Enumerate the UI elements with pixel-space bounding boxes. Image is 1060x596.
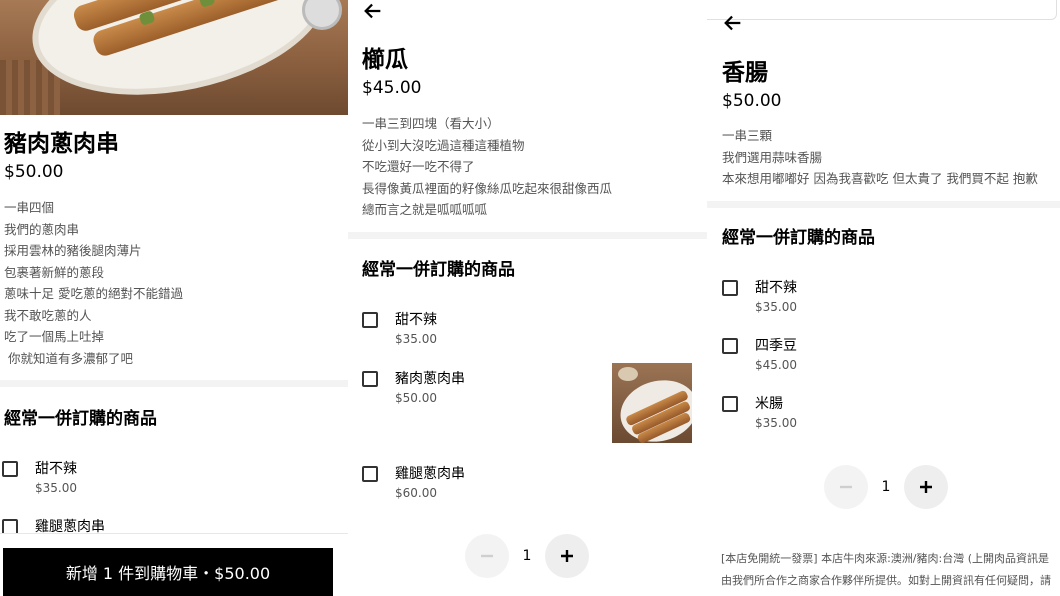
description-line: 包裹著新鮮的蔥段 — [4, 264, 105, 280]
description-line: 吃了一個馬上吐掉 — [4, 329, 105, 344]
item-title: 櫛瓜 — [362, 47, 408, 73]
item-description: 一串三顆 我們選用蒜味香腸 本來想用嘟嘟好 因為我喜歡吃 但太貴了 我們買不起 … — [722, 125, 1038, 190]
option-name: 甜不辣 — [35, 461, 77, 477]
plus-icon — [561, 550, 573, 562]
option-price: $35.00 — [35, 481, 77, 495]
option-price: $45.00 — [755, 358, 797, 372]
item-title: 豬肉蔥肉串 — [4, 131, 119, 157]
description-line: 採用雲林的豬後腿肉薄片 — [4, 243, 142, 258]
option-name: 甜不辣 — [395, 312, 437, 328]
top-edge — [707, 0, 1057, 20]
decrease-button[interactable] — [465, 534, 509, 578]
minus-icon — [840, 485, 852, 489]
item-title: 香腸 — [722, 60, 768, 86]
checkbox[interactable] — [722, 338, 738, 354]
section-divider — [707, 201, 1060, 208]
item-description: 一串三到四塊（看大小） 從小到大沒吃過這種這種植物 不吃還好一吃不得了 長得像黃… — [362, 113, 612, 221]
description-line: 長得像黃瓜裡面的籽像絲瓜吃起來很甜像西瓜 — [362, 180, 613, 196]
option-name: 甜不辣 — [755, 280, 797, 296]
description-line: 我不敢吃蔥的人 — [4, 307, 92, 323]
description-line: 總而言之就是呱呱呱呱 — [362, 202, 488, 217]
arrow-left-icon — [364, 3, 381, 19]
description-line: 你就知道有多濃郁了吧 — [4, 350, 133, 366]
checkbox[interactable] — [722, 396, 738, 412]
option-name: 雞腿蔥肉串 — [395, 466, 465, 482]
item-photo — [0, 0, 348, 115]
description-line: 我們選用蒜味香腸 — [722, 149, 823, 165]
increase-button[interactable] — [904, 465, 948, 509]
add-to-cart-button[interactable]: 新增 1 件到購物車・$50.00 — [3, 548, 333, 596]
option-name: 米腸 — [755, 396, 783, 412]
description-line: 不吃還好一吃不得了 — [362, 159, 475, 174]
section-title-frequently-bought: 經常一併訂購的商品 — [722, 228, 875, 248]
option-item[interactable]: 甜不辣 $35.00 — [362, 309, 692, 353]
option-name: 豬肉蔥肉串 — [395, 371, 465, 387]
option-item[interactable]: 甜不辣 $35.00 — [722, 277, 1042, 321]
section-divider — [348, 232, 707, 239]
checkbox[interactable] — [2, 461, 18, 477]
description-line: 我們的蔥肉串 — [4, 221, 80, 237]
back-button[interactable] — [722, 12, 744, 34]
description-line: 一串三顆 — [722, 128, 773, 143]
notice-line: 由我們所合作之商家合作夥伴所提供。如對上開資訊有任何疑問，請 — [721, 574, 1051, 587]
option-item[interactable]: 甜不辣 $35.00 — [2, 458, 302, 502]
item-detail-panel-sausage: 香腸 $50.00 一串三顆 我們選用蒜味香腸 本來想用嘟嘟好 因為我喜歡吃 但… — [707, 0, 1060, 596]
checkbox[interactable] — [362, 466, 378, 482]
checkbox[interactable] — [722, 280, 738, 296]
item-price: $50.00 — [722, 91, 782, 111]
option-price: $35.00 — [395, 332, 437, 346]
checkbox[interactable] — [362, 371, 378, 387]
option-price: $60.00 — [395, 486, 437, 500]
description-line: 本來想用嘟嘟好 因為我喜歡吃 但太貴了 我們買不起 抱歉 — [722, 171, 1038, 186]
option-item[interactable]: 雞腿蔥肉串 $60.00 — [362, 463, 692, 507]
option-price: $50.00 — [395, 391, 437, 405]
option-item[interactable]: 豬肉蔥肉串 $50.00 — [362, 368, 602, 412]
option-price: $35.00 — [755, 300, 797, 314]
back-button[interactable] — [362, 0, 384, 22]
description-line: 蔥味十足 愛吃蔥的絕對不能錯過 — [4, 286, 183, 301]
item-description: 一串四個 我們的蔥肉串 採用雲林的豬後腿肉薄片 包裹著新鮮的蔥段 蔥味十足 愛吃… — [4, 197, 183, 369]
section-title-frequently-bought: 經常一併訂購的商品 — [4, 409, 157, 429]
increase-button[interactable] — [545, 534, 589, 578]
option-item[interactable]: 米腸 $35.00 — [722, 393, 1042, 437]
arrow-left-icon — [724, 15, 741, 31]
description-line: 一串三到四塊（看大小） — [362, 116, 500, 131]
item-detail-panel-pork-scallion: 豬肉蔥肉串 $50.00 一串四個 我們的蔥肉串 採用雲林的豬後腿肉薄片 包裹著… — [0, 0, 348, 596]
decrease-button[interactable] — [824, 465, 868, 509]
description-line: 從小到大沒吃過這種這種植物 — [362, 137, 525, 153]
item-price: $45.00 — [362, 78, 422, 98]
legal-notice: [本店免開統一發票] 本店牛肉來源:澳洲/豬肉:台灣 (上開肉品資訊是 由我們所… — [721, 548, 1055, 592]
description-line: 一串四個 — [4, 200, 55, 215]
option-thumbnail — [612, 363, 692, 443]
item-detail-panel-zucchini: 櫛瓜 $45.00 一串三到四塊（看大小） 從小到大沒吃過這種這種植物 不吃還好… — [348, 0, 707, 596]
plus-icon — [920, 481, 932, 493]
checkbox[interactable] — [362, 312, 378, 328]
section-divider — [0, 380, 348, 387]
minus-icon — [481, 554, 493, 558]
section-title-frequently-bought: 經常一併訂購的商品 — [362, 260, 515, 280]
option-name: 四季豆 — [755, 338, 797, 354]
quantity-value: 1 — [881, 479, 891, 495]
notice-line: [本店免開統一發票] 本店牛肉來源:澳洲/豬肉:台灣 (上開肉品資訊是 — [721, 552, 1049, 565]
option-item[interactable]: 四季豆 $45.00 — [722, 335, 1042, 379]
item-price: $50.00 — [4, 162, 64, 182]
quantity-value: 1 — [522, 548, 532, 564]
option-price: $35.00 — [755, 416, 797, 430]
